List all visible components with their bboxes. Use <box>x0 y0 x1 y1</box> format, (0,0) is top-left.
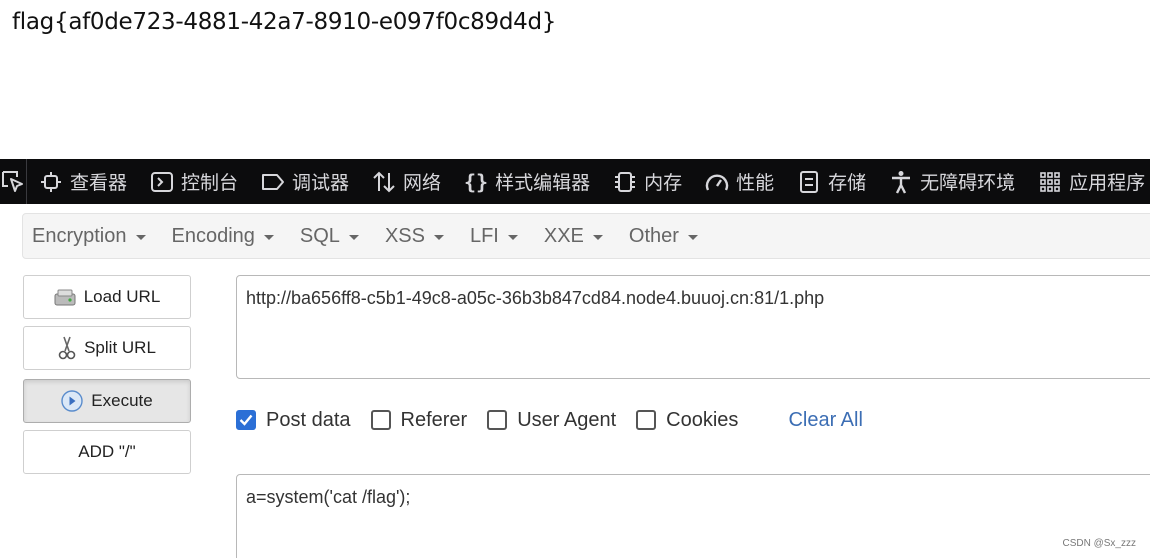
tab-label: 网络 <box>403 172 442 194</box>
console-icon <box>149 169 175 195</box>
referer-checkbox[interactable] <box>370 410 391 430</box>
menu-encoding[interactable]: Encoding <box>172 225 274 248</box>
execute-label: Execute <box>91 391 153 410</box>
menu-xxe[interactable]: XXE <box>544 225 603 248</box>
style-editor-icon: {} <box>464 169 489 194</box>
load-url-label: Load URL <box>83 287 161 306</box>
add-slash-label: ADD "/" <box>78 442 136 461</box>
chevron-down-icon <box>135 234 146 240</box>
option-label: Cookies <box>666 408 739 431</box>
tab-storage[interactable]: 存储 <box>785 159 877 204</box>
tab-label: 存储 <box>828 172 867 194</box>
tab-console[interactable]: 控制台 <box>138 159 249 204</box>
post-data-checkbox[interactable] <box>236 410 256 430</box>
menu-xss[interactable]: XSS <box>385 225 444 248</box>
option-post-data[interactable]: Post data <box>236 409 351 432</box>
tab-application[interactable]: 应用程序 <box>1026 159 1150 204</box>
menu-sql[interactable]: SQL <box>300 225 359 248</box>
post-data-textarea[interactable]: a=system('cat /flag'); <box>236 474 1150 558</box>
tab-label: 性能 <box>736 172 775 194</box>
scissors-icon <box>58 335 76 361</box>
menu-label: LFI <box>469 224 499 247</box>
accessibility-icon <box>888 169 914 195</box>
tab-label: 查看器 <box>70 172 128 194</box>
option-label: User Agent <box>517 408 617 431</box>
tab-label: 样式编辑器 <box>495 172 591 194</box>
tab-label: 应用程序 <box>1069 172 1146 194</box>
inspector-icon <box>38 169 64 195</box>
element-picker-icon <box>0 169 26 195</box>
chevron-down-icon <box>687 234 698 240</box>
network-icon <box>371 169 397 195</box>
option-label: Referer <box>400 408 468 431</box>
tab-label: 内存 <box>644 172 683 194</box>
split-url-label: Split URL <box>84 338 156 357</box>
tab-performance[interactable]: 性能 <box>693 159 785 204</box>
menu-label: XSS <box>384 224 425 247</box>
storage-icon <box>796 169 822 195</box>
play-icon <box>61 390 83 412</box>
url-textarea[interactable]: http://ba656ff8-c5b1-49c8-a05c-36b3b847c… <box>236 275 1150 379</box>
add-slash-button[interactable]: ADD "/" <box>23 430 191 474</box>
clear-all-link[interactable]: Clear All <box>788 409 862 432</box>
menu-label: Other <box>628 224 679 247</box>
tab-label: 控制台 <box>181 172 239 194</box>
page-output-text: flag{af0de723-4881-42a7-8910-e097f0c89d4… <box>12 9 557 35</box>
menu-encryption[interactable]: Encryption <box>32 225 146 248</box>
tab-accessibility[interactable]: 无障碍环境 <box>877 159 1026 204</box>
menu-other[interactable]: Other <box>629 225 698 248</box>
application-icon <box>1037 169 1063 195</box>
cookies-checkbox[interactable] <box>636 410 657 430</box>
url-value: http://ba656ff8-c5b1-49c8-a05c-36b3b847c… <box>246 288 825 308</box>
chevron-down-icon <box>263 234 274 240</box>
post-data-value: a=system('cat /flag'); <box>246 487 411 507</box>
option-referer[interactable]: Referer <box>370 408 468 432</box>
devtools-toolbar: 查看器 控制台 调试器 网络 {} 样式编辑器 内存 性能 存储 无障碍环境 应… <box>0 159 1150 204</box>
request-options: Post data Referer User Agent Cookies Cle… <box>236 405 863 435</box>
memory-icon <box>612 169 638 195</box>
tab-memory[interactable]: 内存 <box>601 159 693 204</box>
performance-icon <box>704 169 730 195</box>
chevron-down-icon <box>592 234 603 240</box>
tab-debugger[interactable]: 调试器 <box>249 159 360 204</box>
menu-label: XXE <box>543 224 584 247</box>
option-cookies[interactable]: Cookies <box>636 409 738 432</box>
chevron-down-icon <box>433 234 444 240</box>
load-url-icon <box>54 287 76 307</box>
option-label: Post data <box>266 408 351 431</box>
debugger-icon <box>260 169 286 195</box>
execute-button[interactable]: Execute <box>23 379 191 423</box>
chevron-down-icon <box>348 234 359 240</box>
checkmark-icon <box>239 414 253 426</box>
user-agent-checkbox[interactable] <box>487 410 508 430</box>
tab-network[interactable]: 网络 <box>360 159 452 204</box>
menu-lfi[interactable]: LFI <box>470 225 518 248</box>
menu-label: Encoding <box>171 224 255 247</box>
load-url-button[interactable]: Load URL <box>23 275 191 319</box>
menu-label: Encryption <box>32 224 127 247</box>
option-user-agent[interactable]: User Agent <box>487 409 616 432</box>
watermark: CSDN @Sx_zzz <box>1062 538 1137 549</box>
menu-label: SQL <box>299 224 340 247</box>
tab-label: 调试器 <box>292 172 350 194</box>
tab-label: 无障碍环境 <box>920 172 1016 194</box>
chevron-down-icon <box>507 234 518 240</box>
element-picker-button[interactable] <box>0 159 27 204</box>
tab-style-editor[interactable]: {} 样式编辑器 <box>452 159 601 204</box>
hackbar-menu-bar: Encryption Encoding SQL XSS LFI XXE Othe… <box>22 213 1150 259</box>
tab-inspector[interactable]: 查看器 <box>27 159 138 204</box>
split-url-button[interactable]: Split URL <box>23 326 191 370</box>
